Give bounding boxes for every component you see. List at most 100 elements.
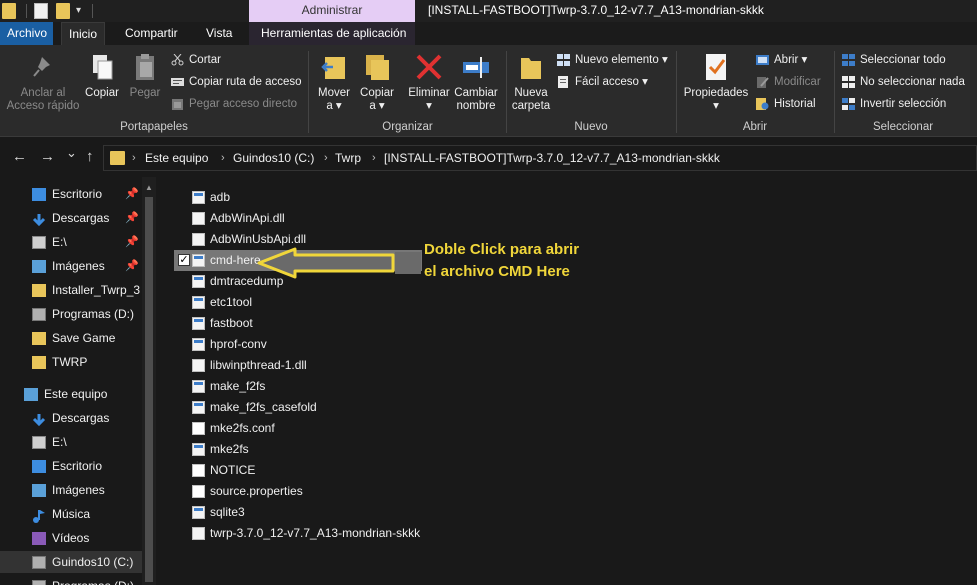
tab-vista[interactable]: Vista [199,22,239,45]
select-all-button[interactable]: Seleccionar todo [842,51,946,69]
sidebar-item-save-game[interactable]: Save Game [32,327,142,349]
file-row-etc1tool[interactable]: etc1tool [173,292,413,313]
copy-path-button[interactable]: Copiar ruta de acceso [171,73,302,91]
open-button[interactable]: Abrir ▾ [756,51,807,69]
new-folder-quick-icon[interactable] [56,3,70,19]
cut-button[interactable]: Cortar [171,51,221,69]
sidebar-scrollbar[interactable]: ▲ [142,177,156,585]
tab-archivo[interactable]: Archivo [0,22,53,45]
history-button[interactable]: Historial [756,95,816,113]
chevron-right-icon[interactable]: › [132,150,136,166]
open-icon [756,54,769,66]
copy-button[interactable]: Copiar [84,51,120,100]
sidebar-item-installer-twrp[interactable]: Installer_Twrp_3 [32,279,142,301]
button-label: ▾ [713,100,719,112]
button-label: Invertir selección [860,98,947,110]
file-row-adbwinapi[interactable]: AdbWinApi.dll [173,208,413,229]
properties-quick-icon[interactable] [34,3,48,19]
paste-button[interactable]: Pegar [128,51,162,100]
tab-herramientas[interactable]: Herramientas de aplicación [254,22,413,45]
sidebar-item-twrp[interactable]: TWRP [32,351,142,373]
new-folder-button[interactable]: Nueva carpeta [510,51,552,113]
invert-selection-icon [842,98,855,110]
breadcrumb-guindos10[interactable]: Guindos10 (C:) [233,150,314,166]
file-name: fastboot [210,316,253,330]
window-title: [INSTALL-FASTBOOT]Twrp-3.7.0_12-v7.7_A13… [428,3,764,17]
file-row-fastboot[interactable]: fastboot [173,313,413,334]
sidebar-item-musica[interactable]: Música [32,503,142,525]
file-row-mke2fs[interactable]: mke2fs [173,439,413,460]
recent-locations-icon[interactable]: ⌄ [66,145,77,161]
document-icon [192,422,205,435]
music-icon [32,508,46,523]
address-bar[interactable]: › Este equipo › Guindos10 (C:) › Twrp › … [103,145,977,171]
edit-button[interactable]: Modificar [756,73,821,91]
file-row-make-f2fs-casefold[interactable]: make_f2fs_casefold [173,397,413,418]
button-label: Propiedades [683,87,749,99]
forward-arrow-icon[interactable]: → [40,149,55,165]
pin-quick-access-button[interactable]: Anclar al Acceso rápido [6,51,80,113]
desktop-icon [32,460,46,473]
button-label: ▾ [426,100,432,112]
file-row-mke2fs-conf[interactable]: mke2fs.conf [173,418,413,439]
pin-icon[interactable]: 📌 [125,231,139,253]
file-row-make-f2fs[interactable]: make_f2fs [173,376,413,397]
pin-icon[interactable]: 📌 [125,207,139,229]
file-row-hprof-conv[interactable]: hprof-conv [173,334,413,355]
breadcrumb-current-folder[interactable]: [INSTALL-FASTBOOT]Twrp-3.7.0_12-v7.7_A13… [384,150,720,166]
sidebar-item-programas-d[interactable]: Programas (D:) [32,303,142,325]
up-arrow-icon[interactable]: ↑ [86,149,94,165]
move-folder-icon [319,51,349,83]
pin-icon[interactable]: 📌 [125,183,139,205]
back-arrow-icon[interactable]: ← [12,149,27,165]
context-tab-administrar[interactable]: Administrar [249,0,415,22]
sidebar-item-descargas-pc[interactable]: Descargas [32,407,142,429]
ribbon-tabs: Archivo Inicio Compartir Vista Herramien… [0,22,977,45]
file-row-twrp-image[interactable]: twrp-3.7.0_12-v7.7_A13-mondrian-skkk [173,523,473,544]
rename-button[interactable]: Cambiar nombre [452,51,500,113]
invert-selection-button[interactable]: Invertir selección [842,95,946,113]
tab-compartir[interactable]: Compartir [118,22,185,45]
delete-button[interactable]: Eliminar ▾ [405,51,453,113]
group-label-seleccionar: Seleccionar [872,121,934,133]
properties-button[interactable]: Propiedades ▾ [682,51,750,113]
select-none-button[interactable]: No seleccionar nada [842,73,965,91]
paste-shortcut-button[interactable]: Pegar acceso directo [171,95,297,113]
sidebar-item-escritorio-pc[interactable]: Escritorio [32,455,142,477]
file-row-sqlite3[interactable]: sqlite3 [173,502,413,523]
chevron-right-icon[interactable]: › [221,150,225,166]
file-row-libwinpthread[interactable]: libwinpthread-1.dll [173,355,413,376]
breadcrumb-twrp[interactable]: Twrp [335,150,361,166]
sidebar-item-este-equipo[interactable]: Este equipo [24,383,142,405]
move-to-button[interactable]: Mover a ▾ [314,51,354,113]
annotation-text: Doble Click para abrir el archivo CMD He… [424,239,579,283]
sidebar-item-videos[interactable]: Vídeos [32,527,142,549]
dll-file-icon [192,233,205,246]
sidebar-item-e-drive-pc[interactable]: E:\ [32,431,142,453]
checkbox-checked-icon[interactable]: ✓ [178,254,190,266]
chevron-right-icon[interactable]: › [324,150,328,166]
file-name: AdbWinApi.dll [210,211,285,225]
file-row-notice[interactable]: NOTICE [173,460,413,481]
chevron-right-icon[interactable]: › [372,150,376,166]
copy-to-button[interactable]: Copiar a ▾ [357,51,397,113]
sidebar-item-guindos10[interactable]: Guindos10 (C:) [0,551,142,573]
file-row-source-properties[interactable]: source.properties [173,481,413,502]
sidebar-item-programas-d-pc[interactable]: Programas (D:) [32,575,142,585]
pin-icon[interactable]: 📌 [125,255,139,277]
sidebar-item-label: Installer_Twrp_3 [52,283,141,297]
scrollbar-thumb[interactable] [145,197,153,582]
sidebar-item-label: Descargas [52,211,110,225]
breadcrumb-este-equipo[interactable]: Este equipo [145,150,208,166]
tab-inicio[interactable]: Inicio [61,22,106,45]
file-name: make_f2fs_casefold [210,400,317,414]
button-label: Seleccionar todo [860,54,946,66]
new-item-button[interactable]: Nuevo elemento ▾ [557,51,668,69]
chevron-down-icon[interactable]: ▾ [76,3,86,19]
button-label: Copiar [85,87,119,99]
sidebar-item-imagenes-pc[interactable]: Imágenes [32,479,142,501]
copy-icon [87,51,117,83]
scroll-up-icon[interactable]: ▲ [145,183,153,192]
file-row-adb[interactable]: adb [173,187,413,208]
easy-access-button[interactable]: Fácil acceso ▾ [557,73,648,91]
